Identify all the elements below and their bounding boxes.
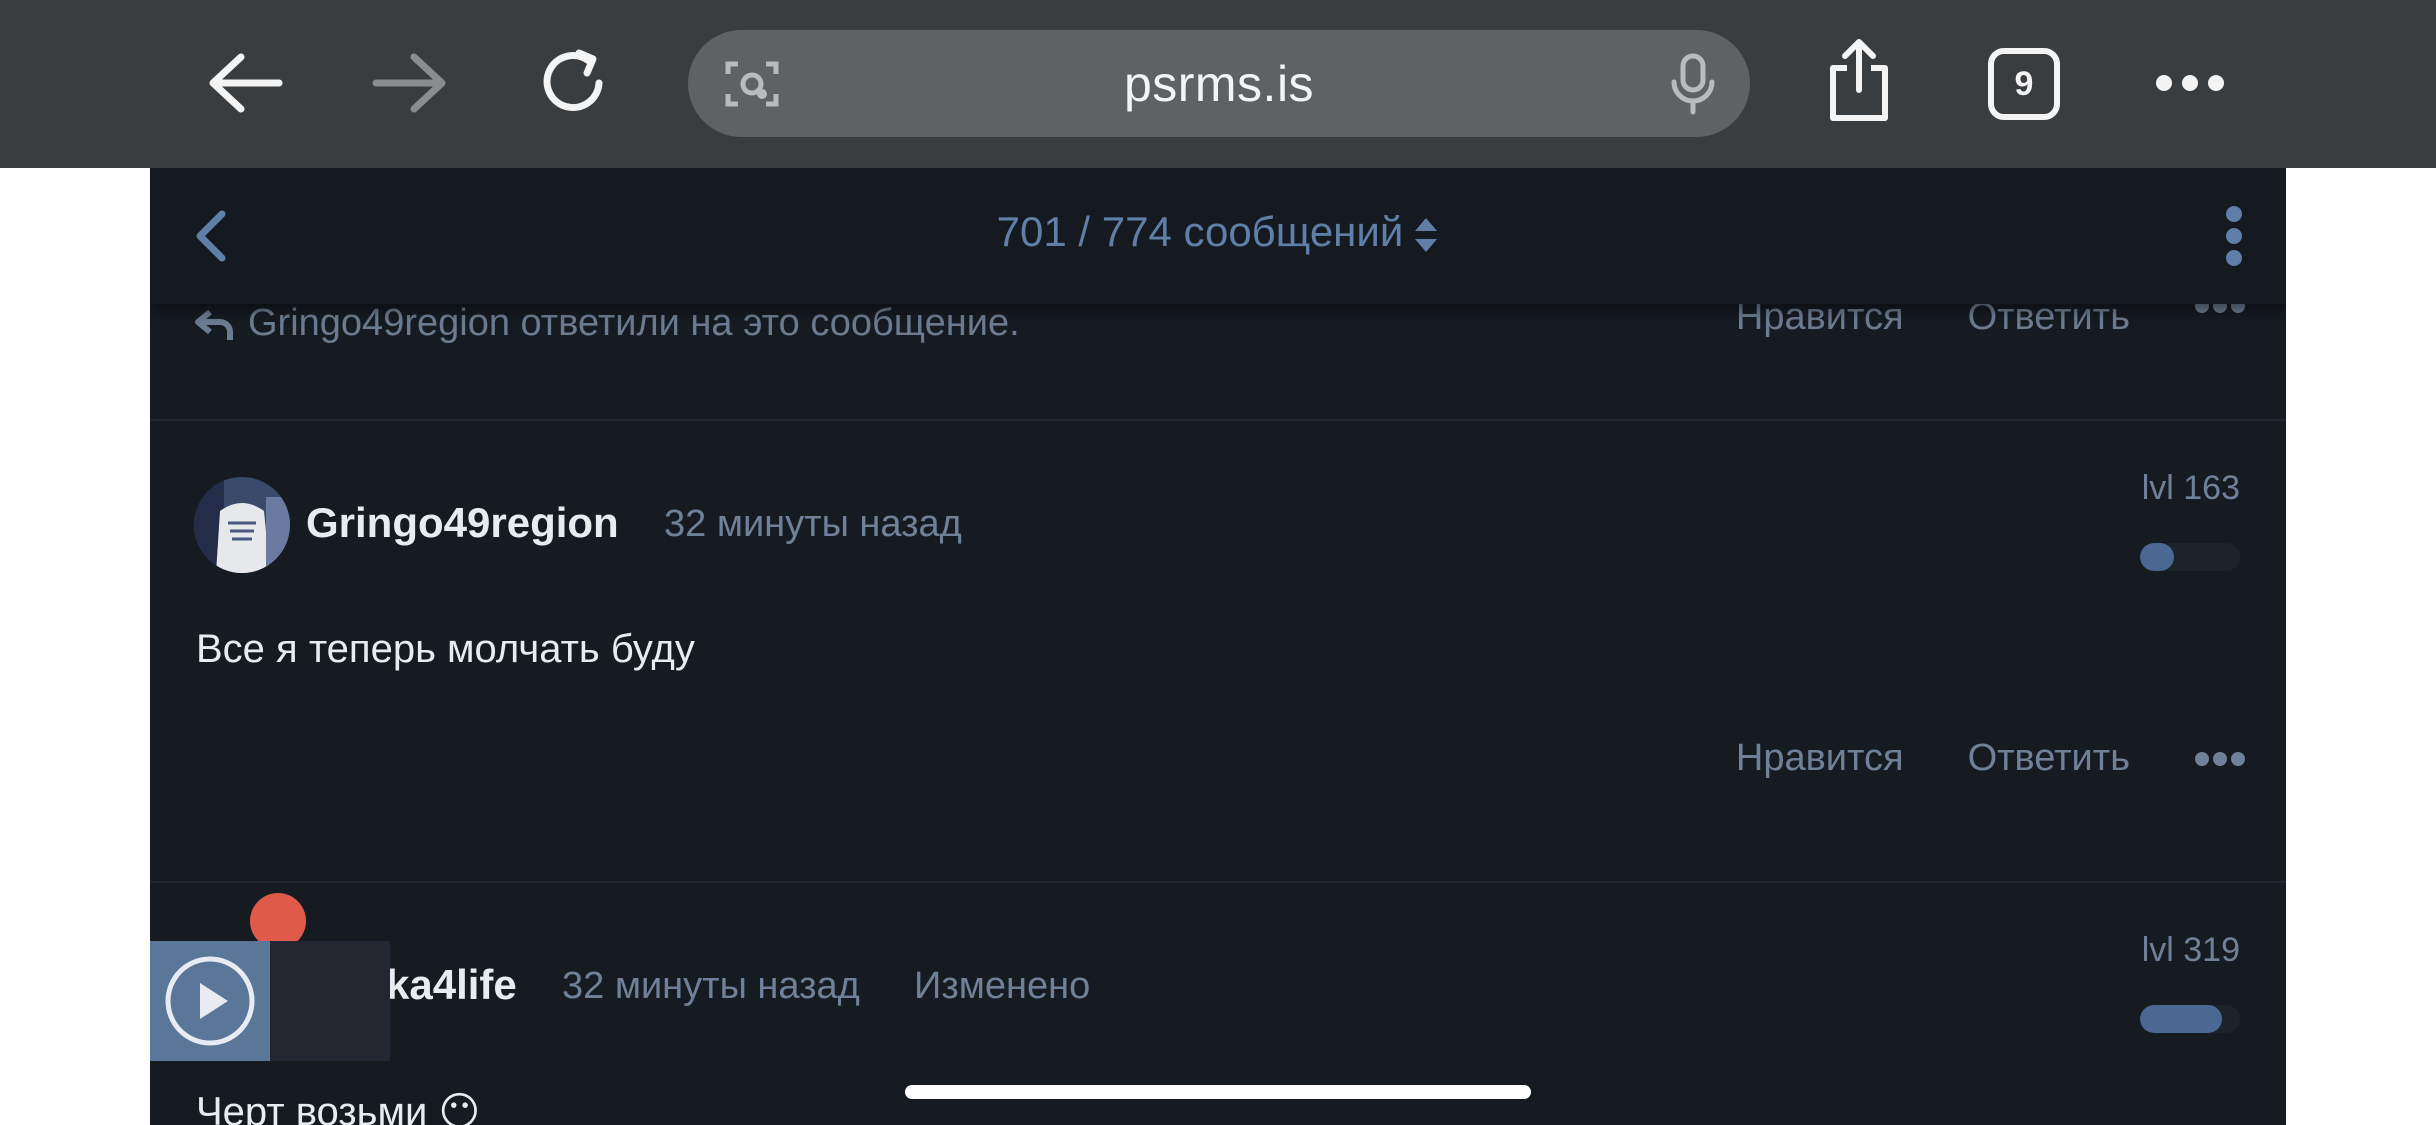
sort-icon: [1415, 217, 1438, 252]
address-bar[interactable]: psrms.is: [688, 30, 1750, 137]
level-progress: [2140, 543, 2240, 571]
more-dots-icon[interactable]: [2194, 749, 2246, 769]
forward-button[interactable]: [365, 38, 455, 128]
post-message: Черт возьми 😶: [196, 1090, 481, 1125]
forum-page: 701 / 774 сообщений Gringo49region ответ…: [150, 168, 2286, 1125]
back-button[interactable]: [200, 38, 290, 128]
post-time[interactable]: 32 минуты назад: [562, 965, 860, 1008]
tab-count-label: 9: [2014, 64, 2034, 103]
share-button[interactable]: [1814, 36, 1904, 126]
post-message: Все я теперь молчать буду: [196, 627, 695, 671]
url-text: psrms.is: [1123, 55, 1315, 112]
username[interactable]: Gringo49region: [306, 499, 619, 547]
browser-toolbar: psrms.is 9: [0, 0, 2436, 168]
post-item: Gringo49region 32 минуты назад lvl 163 В…: [150, 421, 2286, 881]
home-indicator[interactable]: [905, 1085, 1531, 1099]
mic-icon[interactable]: [1668, 52, 1718, 116]
avatar[interactable]: [194, 477, 290, 573]
reload-icon: [543, 49, 603, 111]
level-label: lvl 163: [2141, 469, 2240, 507]
level-progress: [2140, 1005, 2240, 1033]
reload-button[interactable]: [530, 38, 620, 128]
play-icon: [165, 956, 255, 1046]
reply-notice[interactable]: Gringo49region ответили на это сообщение…: [194, 302, 1020, 345]
play-button[interactable]: [150, 941, 270, 1061]
post-actions: Нравится Ответить: [1736, 737, 2246, 780]
more-icon: [2156, 75, 2224, 91]
thread-header: 701 / 774 сообщений: [150, 168, 2286, 304]
like-button[interactable]: Нравится: [1736, 737, 1904, 780]
avatar-image: [194, 477, 290, 573]
level-label: lvl 319: [2141, 931, 2240, 969]
forward-arrow-icon: [372, 53, 446, 113]
back-arrow-icon: [209, 53, 283, 113]
reply-button[interactable]: Ответить: [1968, 737, 2130, 780]
thread-position-label: 701 / 774 сообщений: [996, 208, 1404, 255]
post-time[interactable]: 32 минуты назад: [664, 503, 962, 546]
share-icon: [1830, 39, 1888, 121]
thread-position-selector[interactable]: 701 / 774 сообщений: [150, 208, 2286, 256]
username[interactable]: ka4life: [386, 961, 517, 1009]
mini-video-player[interactable]: [150, 941, 390, 1061]
reply-notice-text: Gringo49region ответили на это сообщение…: [248, 302, 1020, 344]
tabs-icon[interactable]: 9: [1988, 48, 2060, 120]
vertical-dots-icon[interactable]: [2222, 204, 2246, 268]
more-menu-button[interactable]: [2145, 38, 2235, 128]
edited-label: Изменено: [914, 965, 1091, 1007]
level-progress-fill: [2140, 1005, 2222, 1033]
level-progress-fill: [2140, 543, 2174, 571]
reply-icon: [195, 309, 233, 340]
